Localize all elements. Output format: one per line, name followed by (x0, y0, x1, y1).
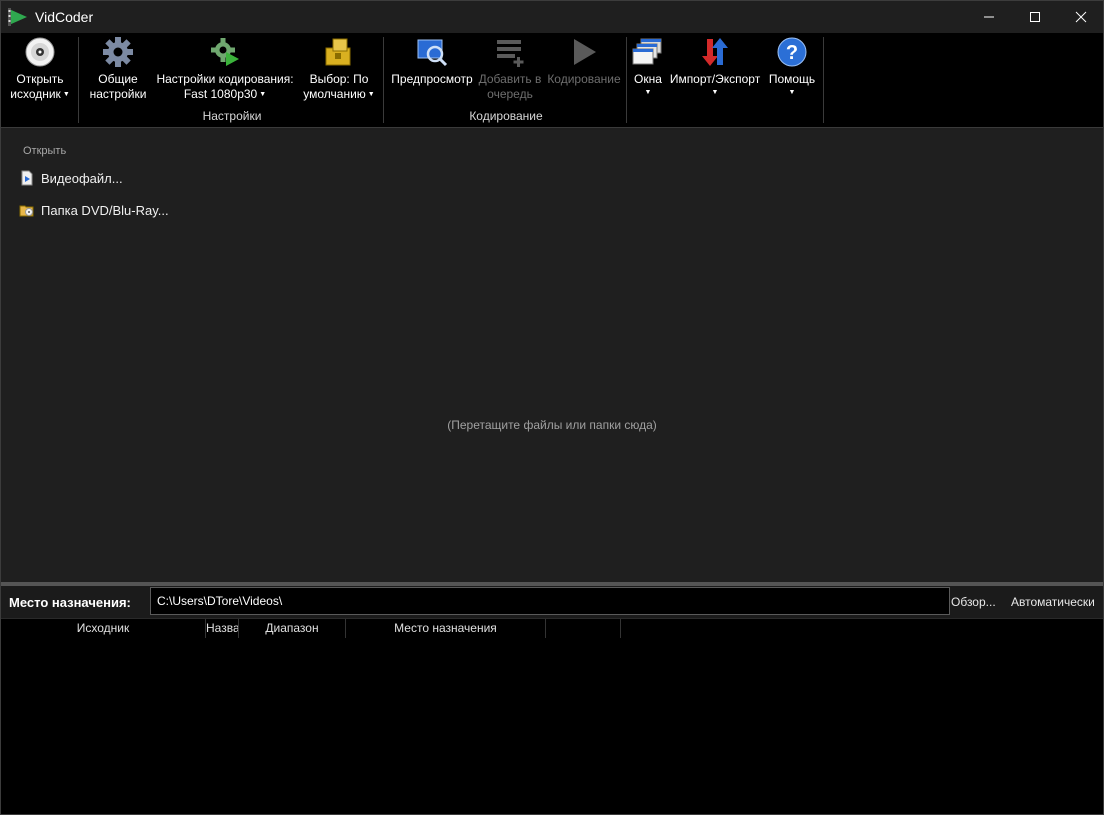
add-to-queue-label-2: очередь (487, 87, 533, 101)
windows-label: Окна (634, 72, 662, 86)
preview-button[interactable]: Предпросмотр (389, 33, 475, 103)
auto-name-button[interactable]: Автоматически (1011, 595, 1095, 609)
add-to-queue-label-1: Добавить в (478, 72, 542, 86)
general-settings-label-1: Общие (98, 72, 138, 86)
general-settings-button[interactable]: Общие настройки (85, 33, 151, 103)
window-title: VidCoder (35, 9, 94, 25)
dropdown-caret-icon: ▼ (367, 91, 375, 99)
video-file-icon (21, 170, 33, 186)
disc-icon (25, 37, 55, 67)
import-export-label: Импорт/Экспорт (669, 72, 761, 86)
title-bar: VidCoder (1, 1, 1103, 33)
help-question-icon: ? (777, 37, 807, 67)
folder-disc-icon (19, 205, 34, 217)
encode-label: Кодирование (547, 72, 621, 86)
column-destination[interactable]: Место назначения (346, 619, 546, 638)
picker-button[interactable]: Выбор: По умолчанию ▼ (299, 33, 379, 103)
dropdown-caret-icon: ▼ (644, 89, 652, 96)
vidcoder-window: VidCoder Открыть исходник ▼ Общие настро… (0, 0, 1104, 815)
preview-label: Предпросмотр (391, 72, 473, 86)
open-video-file-link[interactable]: Видеофайл... (19, 168, 123, 188)
toolbar-ribbon: Открыть исходник ▼ Общие настройки Настр… (1, 33, 1103, 128)
open-source-label-2: исходник (10, 87, 61, 101)
open-heading: Открыть (23, 145, 67, 157)
dropdown-caret-icon: ▼ (259, 91, 267, 99)
picker-label-2: умолчанию (303, 87, 366, 101)
app-logo-icon (8, 8, 27, 26)
separator (78, 37, 79, 123)
encoding-preset-label: Fast 1080p30 (183, 87, 258, 101)
open-source-button[interactable]: Открыть исходник ▼ (7, 33, 73, 103)
minimize-icon (984, 16, 994, 18)
gear-icon (103, 37, 133, 67)
column-extra[interactable] (546, 619, 621, 638)
encoding-settings-button[interactable]: Настройки кодирования: Fast 1080p30 ▼ (153, 33, 297, 103)
dropdown-caret-icon: ▼ (62, 91, 70, 99)
windows-button[interactable]: Окна ▼ (629, 33, 667, 103)
encoding-gear-icon (211, 38, 239, 66)
settings-group-label: Настройки (202, 109, 262, 123)
destination-label: Место назначения: (9, 595, 131, 610)
separator (823, 37, 824, 123)
dropdown-caret-icon: ▼ (788, 89, 796, 96)
play-icon (574, 39, 596, 65)
encoding-settings-label-1: Настройки кодирования: (156, 72, 294, 86)
add-to-queue-button[interactable]: Добавить в очередь (477, 33, 543, 103)
separator (383, 37, 384, 123)
dropdown-caret-icon: ▼ (711, 89, 719, 96)
picker-label-1: Выбор: По (309, 72, 369, 86)
close-icon (1075, 11, 1087, 23)
browse-button[interactable]: Обзор... (951, 595, 996, 609)
column-range[interactable]: Диапазон (239, 619, 346, 638)
destination-path-input[interactable] (150, 587, 950, 615)
column-title[interactable]: Назва (206, 619, 239, 638)
drop-hint-text: (Перетащите файлы или папки сюда) (447, 418, 657, 432)
dvd-folder-label: Папка DVD/Blu-Ray... (41, 202, 169, 218)
queue-list (1, 638, 1103, 814)
source-panel: Открыть Видеофайл... Папка DVD/Blu-Ray..… (1, 128, 1103, 582)
svg-text:?: ? (786, 42, 798, 64)
general-settings-label-2: настройки (89, 87, 147, 101)
add-to-queue-icon (497, 40, 524, 67)
destination-bar: Место назначения: Обзор... Автоматически (1, 586, 1103, 618)
maximize-icon (1030, 12, 1040, 22)
import-export-button[interactable]: Импорт/Экспорт ▼ (667, 33, 763, 103)
separator (626, 37, 627, 123)
close-button[interactable] (1058, 1, 1104, 33)
minimize-button[interactable] (966, 1, 1012, 33)
preview-magnifier-icon (417, 39, 448, 67)
encoding-group-label: Кодирование (469, 109, 543, 123)
encode-button[interactable]: Кодирование (544, 33, 624, 103)
picker-box-icon (325, 38, 351, 66)
import-export-arrows-icon (702, 38, 728, 66)
windows-icon (632, 38, 662, 65)
maximize-button[interactable] (1012, 1, 1058, 33)
column-source[interactable]: Исходник (1, 619, 206, 638)
video-file-label: Видеофайл... (41, 170, 123, 186)
help-label: Помощь (768, 72, 816, 86)
open-source-label-1: Открыть (16, 72, 64, 86)
open-dvd-folder-link[interactable]: Папка DVD/Blu-Ray... (19, 200, 169, 220)
help-button[interactable]: ? Помощь ▼ (765, 33, 819, 103)
queue-header: Исходник Назва Диапазон Место назначения (1, 618, 1103, 639)
